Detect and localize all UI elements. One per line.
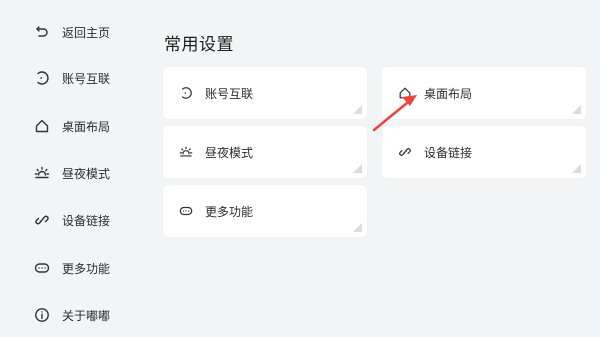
- sidebar-item-back-home[interactable]: 返回主页: [34, 20, 110, 44]
- sidebar-item-about[interactable]: 关于嘟嘟: [34, 303, 110, 327]
- sidebar-item-more-features[interactable]: 更多功能: [34, 256, 110, 280]
- info-icon: [34, 307, 50, 323]
- sidebar-item-label: 设备链接: [62, 213, 111, 228]
- card-label: 桌面布局: [424, 86, 473, 101]
- card-more-features[interactable]: 更多功能: [163, 185, 367, 237]
- sidebar-item-desktop-layout[interactable]: 桌面布局: [34, 114, 110, 138]
- account-link-icon: [34, 70, 50, 86]
- page-title: 常用设置: [164, 35, 234, 55]
- link-icon: [398, 145, 412, 159]
- card-label: 更多功能: [205, 204, 254, 219]
- more-icon: [179, 204, 193, 218]
- resize-corner-icon: [572, 105, 581, 114]
- link-icon: [34, 212, 50, 228]
- card-day-night[interactable]: 昼夜模式: [163, 126, 367, 178]
- card-label: 账号互联: [205, 86, 254, 101]
- card-device-link[interactable]: 设备链接: [382, 126, 586, 178]
- sidebar-item-label: 关于嘟嘟: [62, 308, 111, 323]
- sidebar-item-label: 更多功能: [62, 261, 111, 276]
- card-desktop-layout[interactable]: 桌面布局: [382, 67, 586, 119]
- more-icon: [34, 260, 50, 276]
- sidebar-item-label: 桌面布局: [62, 119, 111, 134]
- sun-icon: [179, 145, 193, 159]
- resize-corner-icon: [353, 164, 362, 173]
- resize-corner-icon: [572, 164, 581, 173]
- card-account-link[interactable]: 账号互联: [163, 67, 367, 119]
- sidebar-item-device-link[interactable]: 设备链接: [34, 208, 110, 232]
- sidebar-item-label: 昼夜模式: [62, 166, 111, 181]
- card-label: 昼夜模式: [205, 145, 254, 160]
- account-link-icon: [179, 86, 193, 100]
- sidebar-item-label: 返回主页: [62, 25, 111, 40]
- home-icon: [398, 86, 412, 100]
- home-icon: [34, 118, 50, 134]
- resize-corner-icon: [353, 223, 362, 232]
- sidebar-item-account-link[interactable]: 账号互联: [34, 66, 110, 90]
- sidebar-item-day-night[interactable]: 昼夜模式: [34, 161, 110, 185]
- card-label: 设备链接: [424, 145, 473, 160]
- sidebar-item-label: 账号互联: [62, 71, 111, 86]
- sidebar: 返回主页 账号互联 桌面布局 昼夜模式 设备链接 更多功能 关于嘟嘟: [0, 0, 140, 337]
- back-arrow-icon: [34, 24, 50, 40]
- resize-corner-icon: [353, 105, 362, 114]
- sun-icon: [34, 165, 50, 181]
